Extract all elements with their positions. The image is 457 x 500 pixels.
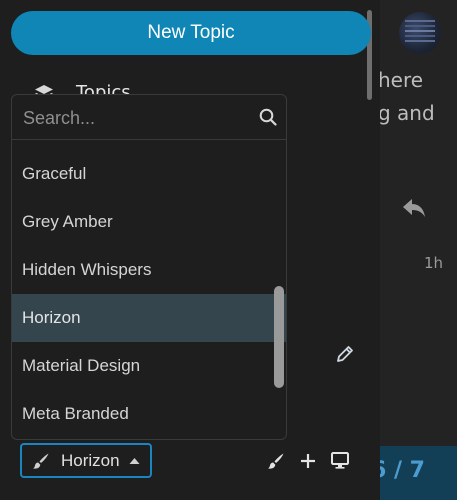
theme-option-horizon[interactable]: Horizon — [12, 294, 286, 342]
theme-option-grey-amber[interactable]: Grey Amber — [12, 198, 286, 246]
pencil-icon[interactable] — [336, 345, 354, 363]
theme-option-material-design[interactable]: Material Design — [12, 342, 286, 390]
post-timestamp: 1h — [424, 254, 444, 272]
reply-icon[interactable] — [401, 197, 427, 219]
theme-option-hidden-whispers[interactable]: Hidden Whispers — [12, 246, 286, 294]
paintbrush-icon[interactable] — [267, 452, 285, 470]
theme-selector-label: Horizon — [61, 450, 120, 470]
paintbrush-icon — [33, 453, 49, 469]
theme-dropdown-panel: Graceful Grey Amber Hidden Whispers Hori… — [11, 94, 287, 440]
theme-option-list: Graceful Grey Amber Hidden Whispers Hori… — [12, 150, 286, 438]
post-text-line-1: here — [378, 68, 424, 92]
theme-selector[interactable]: Horizon — [20, 443, 152, 478]
sidebar: New Topic Topics Graceful Grey Amber Hid… — [0, 0, 380, 500]
plus-icon[interactable] — [299, 452, 317, 470]
desktop-icon[interactable] — [331, 452, 349, 469]
dropdown-scrollbar[interactable] — [274, 286, 284, 388]
avatar[interactable] — [399, 12, 441, 54]
caret-up-icon — [129, 457, 140, 464]
search-icon — [259, 108, 277, 126]
search-input[interactable] — [21, 103, 255, 133]
new-topic-button[interactable]: New Topic — [11, 11, 371, 55]
theme-option-meta-branded[interactable]: Meta Branded — [12, 390, 286, 438]
theme-option-graceful[interactable]: Graceful — [12, 150, 286, 198]
theme-search-box — [12, 95, 286, 140]
post-text-line-2: g and — [378, 101, 435, 125]
